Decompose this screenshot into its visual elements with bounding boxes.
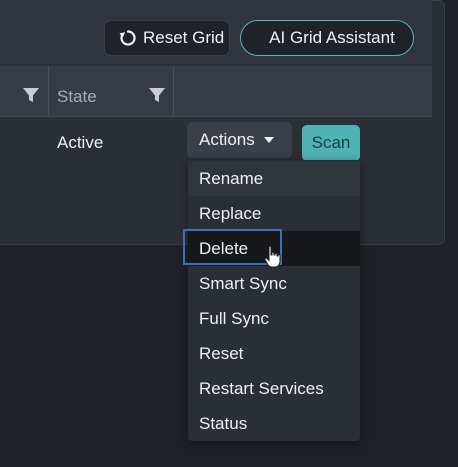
menu-item-smart-sync[interactable]: Smart Sync bbox=[188, 266, 360, 301]
reset-icon bbox=[117, 27, 139, 49]
menu-item-reset[interactable]: Reset bbox=[188, 336, 360, 371]
caret-down-icon bbox=[263, 137, 274, 143]
actions-label: Actions bbox=[199, 130, 255, 149]
scan-button[interactable]: Scan bbox=[302, 125, 360, 161]
ai-grid-assistant-label: AI Grid Assistant bbox=[269, 28, 395, 47]
filter-icon[interactable] bbox=[21, 86, 41, 104]
menu-item-replace[interactable]: Replace bbox=[188, 196, 360, 231]
column-header-state[interactable]: State bbox=[57, 87, 97, 107]
column-divider[interactable] bbox=[48, 66, 49, 116]
hand-cursor-icon bbox=[264, 245, 281, 268]
menu-item-full-sync[interactable]: Full Sync bbox=[188, 301, 360, 336]
state-cell: Active bbox=[57, 133, 104, 152]
actions-menu: Rename Replace Delete Smart Sync Full Sy… bbox=[188, 160, 360, 441]
scan-label: Scan bbox=[311, 133, 351, 152]
reset-grid-label: Reset Grid bbox=[143, 28, 225, 47]
menu-item-status[interactable]: Status bbox=[188, 406, 360, 441]
reset-grid-button[interactable]: Reset Grid bbox=[104, 20, 230, 56]
menu-item-restart-services[interactable]: Restart Services bbox=[188, 371, 360, 406]
menu-item-rename[interactable]: Rename bbox=[188, 161, 360, 196]
actions-dropdown-button[interactable]: Actions bbox=[187, 122, 292, 158]
column-divider[interactable] bbox=[173, 66, 174, 116]
filter-icon[interactable] bbox=[147, 86, 167, 104]
ai-grid-assistant-button[interactable]: AI Grid Assistant bbox=[240, 20, 414, 56]
